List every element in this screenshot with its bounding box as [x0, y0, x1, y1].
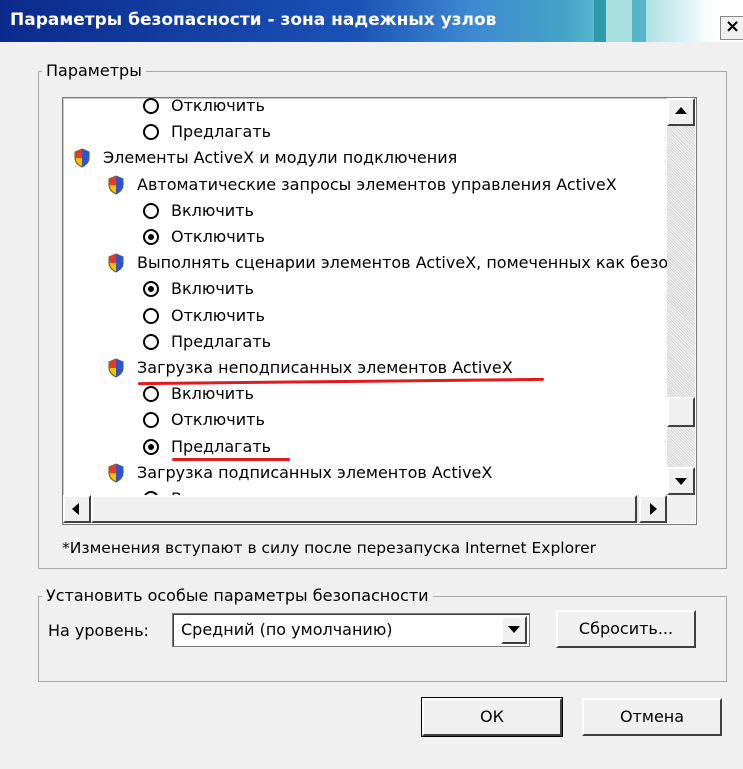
chevron-down-icon — [508, 626, 520, 633]
scroll-left-button[interactable] — [63, 495, 91, 523]
shield-icon — [107, 175, 125, 195]
tree-item-label: Автоматические запросы элементов управле… — [137, 174, 617, 194]
ok-button[interactable]: ОК — [421, 697, 563, 737]
tree-item-label: Включить — [171, 384, 254, 404]
level-label: На уровень: — [48, 621, 149, 640]
security-level-value: Средний (по умолчанию) — [181, 620, 393, 639]
tree-item-label: Элементы ActiveX и модули подключения — [103, 148, 458, 168]
tree-item-label: Отключить — [171, 410, 265, 430]
security-settings-dialog: Параметры безопасности - зона надежных у… — [0, 0, 743, 769]
scroll-corner — [667, 495, 695, 523]
radio-checked-icon[interactable] — [143, 229, 159, 245]
tree-item-label: Предлагать — [171, 436, 272, 456]
scroll-up-button[interactable] — [667, 98, 695, 126]
arrow-up-icon — [675, 107, 687, 114]
arrow-left-icon — [72, 503, 79, 515]
tree-item-label: Отключить — [171, 98, 265, 115]
window-title: Параметры безопасности - зона надежных у… — [10, 10, 497, 30]
radio-unchecked-icon[interactable] — [143, 307, 159, 324]
shield-icon — [107, 358, 125, 378]
security-level-select[interactable]: Средний (по умолчанию) — [172, 613, 530, 647]
tree-item-label: Предлагать — [171, 331, 272, 351]
settings-tree-viewport: Отключить Предлагать Элементы ActiveX и мо… — [63, 98, 667, 495]
dropdown-button[interactable] — [501, 616, 527, 644]
radio-unchecked-icon[interactable] — [143, 333, 159, 350]
shield-icon — [107, 253, 125, 273]
settings-tree[interactable]: Отключить Предлагать Элементы ActiveX и мо… — [62, 97, 697, 525]
tree-item-label: Отключить — [171, 227, 265, 246]
titlebar-segment — [632, 0, 646, 42]
radio-unchecked-icon[interactable] — [143, 202, 159, 219]
titlebar-segment — [594, 0, 606, 42]
restart-note: *Изменения вступают в силу после перезап… — [62, 539, 597, 557]
custom-level-group-label: Установить особые параметры безопасности — [42, 586, 433, 605]
radio-checked-icon[interactable] — [143, 438, 159, 455]
close-icon: × — [724, 16, 741, 37]
tree-item-label: Выполнять сценарии элементов ActiveX, по… — [137, 253, 667, 273]
tree-item-label: Отключить — [171, 305, 265, 325]
horizontal-scrollbar[interactable] — [63, 495, 667, 523]
tree-item-label: Включить — [171, 200, 254, 220]
arrow-down-icon — [675, 478, 687, 485]
tree-item-label: Предлагать — [171, 122, 272, 142]
scroll-right-button[interactable] — [639, 495, 667, 523]
radio-unchecked-icon[interactable] — [143, 412, 159, 429]
shield-icon — [73, 148, 91, 168]
scroll-down-button[interactable] — [667, 467, 695, 495]
horizontal-scroll-thumb[interactable] — [91, 495, 637, 523]
radio-checked-icon[interactable] — [143, 281, 159, 298]
scroll-thumb[interactable] — [667, 397, 695, 427]
tree-item-label: Включить — [171, 486, 254, 495]
radio-unchecked-icon[interactable] — [143, 98, 159, 114]
radio-unchecked-icon[interactable] — [143, 124, 159, 141]
parameters-group-label: Параметры — [42, 61, 146, 80]
arrow-right-icon — [650, 503, 657, 515]
title-bar[interactable]: Параметры безопасности - зона надежных у… — [0, 0, 743, 42]
titlebar-segment — [606, 0, 632, 42]
annotation-underline — [172, 458, 290, 461]
cancel-button[interactable]: Отмена — [582, 698, 722, 736]
tree-item-label: Включить — [171, 279, 254, 299]
shield-icon — [107, 463, 125, 483]
radio-unchecked-icon[interactable] — [143, 386, 159, 403]
reset-button[interactable]: Сбросить... — [556, 610, 696, 648]
tree-item-label: Загрузка неподписанных элементов ActiveX — [137, 358, 513, 377]
tree-item-label: Загрузка подписанных элементов ActiveX — [137, 462, 493, 482]
vertical-scrollbar[interactable] — [667, 98, 695, 495]
close-button[interactable]: × — [720, 16, 743, 40]
